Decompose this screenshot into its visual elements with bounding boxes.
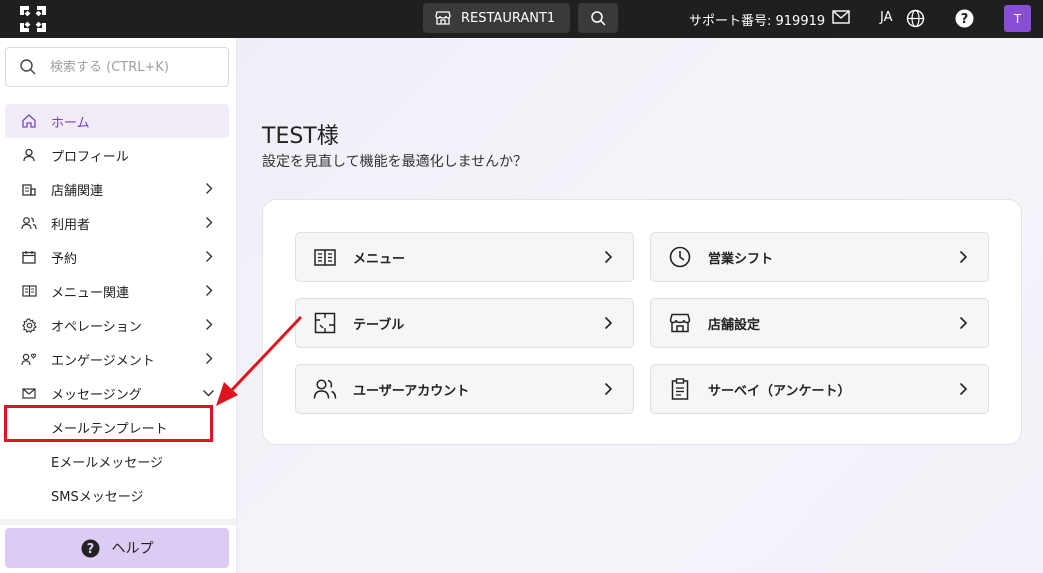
sidebar-item-label: メッセージング <box>51 387 142 403</box>
sidebar-item-engagement[interactable]: エンゲージメント <box>5 342 229 376</box>
sidebar-item-menu[interactable]: メニュー関連 <box>5 274 229 308</box>
calendar-icon <box>22 251 36 264</box>
chevron-right-icon <box>206 285 213 296</box>
tile-survey[interactable]: サーベイ（アンケート） <box>650 364 989 414</box>
sidebar: ホーム プロフィール 店舗関連 利用者 予約 メニュー関連 オペレー <box>0 38 237 573</box>
mail-icon <box>22 387 36 399</box>
gear-icon <box>21 317 37 333</box>
sidebar-item-label: プロフィール <box>51 149 129 165</box>
chevron-right-icon <box>959 382 968 396</box>
page-title: TEST様 <box>262 124 339 149</box>
search-input[interactable] <box>50 59 200 75</box>
main-content: TEST様 設定を見直して機能を最適化しませんか？ メニュー 営業シフト テーブ… <box>237 38 1043 573</box>
top-bar: RESTAURANT1 サポート番号: 919919 JA ? T <box>0 0 1043 38</box>
chevron-right-icon <box>959 316 968 330</box>
store-icon <box>435 11 451 25</box>
sidebar-item-operation[interactable]: オペレーション <box>5 308 229 342</box>
shortcut-panel: メニュー 営業シフト テーブル 店舗設定 ユーザーアカウント サーベイ（アンケー <box>262 199 1022 445</box>
search-icon <box>590 10 606 26</box>
page-subtitle: 設定を見直して機能を最適化しませんか？ <box>262 154 528 170</box>
svg-text:?: ? <box>961 12 969 27</box>
table-layout-icon <box>314 312 336 334</box>
users-icon <box>21 217 37 230</box>
sidebar-subitem-sms-message[interactable]: SMSメッセージ <box>5 478 229 512</box>
globe-icon[interactable] <box>906 9 925 28</box>
menu-book-icon <box>314 248 336 266</box>
support-number: サポート番号: 919919 <box>689 14 826 29</box>
home-icon <box>22 114 36 128</box>
search-icon <box>20 59 36 75</box>
restaurant-selector-button[interactable]: RESTAURANT1 <box>423 3 570 33</box>
app-logo-icon[interactable] <box>20 6 46 32</box>
sidebar-item-label: 予約 <box>51 251 78 267</box>
sidebar-subitem-label: SMSメッセージ <box>51 489 144 505</box>
tile-business-shift[interactable]: 営業シフト <box>650 232 989 282</box>
help-button[interactable]: ? ヘルプ <box>5 528 229 568</box>
search-button[interactable] <box>578 3 618 33</box>
sidebar-item-store[interactable]: 店舗関連 <box>5 172 229 206</box>
tile-table[interactable]: テーブル <box>295 298 634 348</box>
sidebar-item-users[interactable]: 利用者 <box>5 206 229 240</box>
language-label[interactable]: JA <box>880 10 893 25</box>
store-icon <box>669 313 691 333</box>
sidebar-nav: ホーム プロフィール 店舗関連 利用者 予約 メニュー関連 オペレーション エン… <box>5 104 229 512</box>
tile-label: テーブル <box>353 317 405 333</box>
restaurant-label: RESTAURANT1 <box>461 10 556 26</box>
sidebar-item-label: 店舗関連 <box>51 183 104 199</box>
sidebar-item-profile[interactable]: プロフィール <box>5 138 229 172</box>
tile-label: サーベイ（アンケート） <box>708 383 851 399</box>
sidebar-divider <box>0 519 236 525</box>
sidebar-item-home[interactable]: ホーム <box>5 104 229 138</box>
mail-icon[interactable] <box>832 10 850 24</box>
chevron-right-icon <box>206 183 213 194</box>
help-label: ヘルプ <box>111 541 154 557</box>
chevron-right-icon <box>206 319 213 330</box>
tile-label: 営業シフト <box>708 251 774 267</box>
engagement-icon <box>21 353 37 366</box>
chevron-right-icon <box>604 382 613 396</box>
tile-label: 店舗設定 <box>708 317 761 333</box>
tile-label: メニュー <box>353 251 406 267</box>
sidebar-item-reservation[interactable]: 予約 <box>5 240 229 274</box>
help-icon: ? <box>81 539 99 557</box>
tile-user-account[interactable]: ユーザーアカウント <box>295 364 634 414</box>
user-avatar[interactable]: T <box>1004 5 1031 32</box>
clock-icon <box>669 246 691 268</box>
menu-book-icon <box>21 285 37 297</box>
users-icon <box>313 379 337 399</box>
svg-text:?: ? <box>86 542 94 557</box>
clipboard-icon <box>671 378 689 400</box>
chevron-right-icon <box>206 251 213 262</box>
sidebar-item-label: オペレーション <box>51 319 142 335</box>
annotation-highlight-box <box>4 405 213 442</box>
sidebar-item-label: エンゲージメント <box>51 353 155 369</box>
sidebar-subitem-label: Eメールメッセージ <box>51 455 163 471</box>
help-icon[interactable]: ? <box>955 9 974 28</box>
sidebar-subitem-email-message[interactable]: Eメールメッセージ <box>5 444 229 478</box>
chevron-right-icon <box>604 250 613 264</box>
sidebar-item-label: ホーム <box>51 115 90 131</box>
sidebar-item-label: メニュー関連 <box>51 285 130 301</box>
chevron-right-icon <box>206 217 213 228</box>
chevron-down-icon <box>203 390 214 397</box>
sidebar-item-label: 利用者 <box>51 217 91 233</box>
sidebar-search[interactable] <box>5 47 229 87</box>
tile-label: ユーザーアカウント <box>353 383 470 399</box>
tile-menu[interactable]: メニュー <box>295 232 634 282</box>
chevron-right-icon <box>604 316 613 330</box>
building-icon <box>22 184 36 196</box>
tile-store-settings[interactable]: 店舗設定 <box>650 298 989 348</box>
chevron-right-icon <box>959 250 968 264</box>
chevron-right-icon <box>206 353 213 364</box>
person-icon <box>23 148 35 162</box>
